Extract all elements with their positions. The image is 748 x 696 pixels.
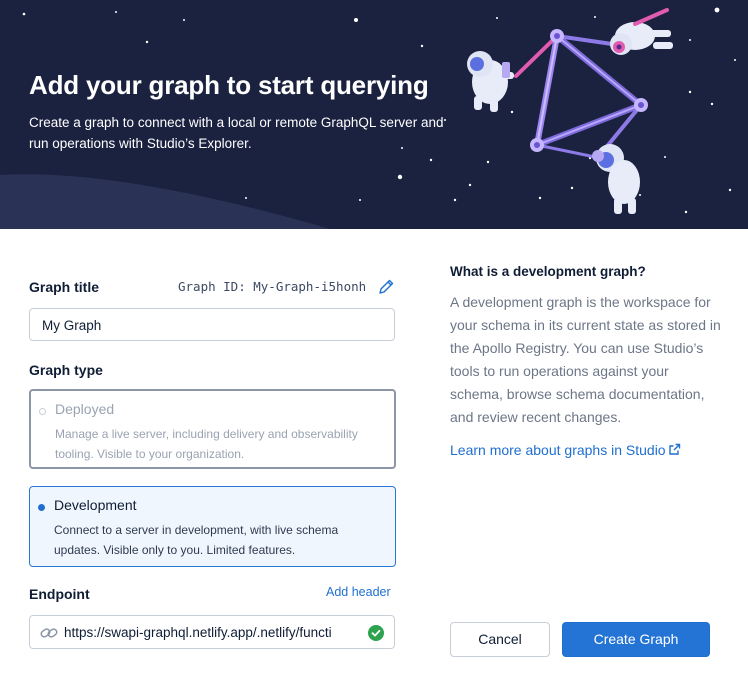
- graph-id-text: Graph ID: My-Graph-i5honh: [178, 279, 367, 294]
- option-description: Connect to a server in development, with…: [54, 523, 339, 557]
- endpoint-input[interactable]: https://swapi-graphql.netlify.app/.netli…: [29, 615, 395, 649]
- hero-banner: Add your graph to start querying Create …: [0, 0, 748, 229]
- option-description: Manage a live server, including delivery…: [55, 427, 358, 461]
- check-circle-icon: [368, 625, 384, 641]
- radio-icon: [39, 408, 46, 415]
- create-graph-modal: Add your graph to start querying Create …: [0, 0, 748, 696]
- pencil-icon[interactable]: [377, 278, 395, 296]
- link-icon: [40, 628, 58, 638]
- sidebar-body: A development graph is the workspace for…: [450, 294, 721, 425]
- graph-type-option-development[interactable]: Development Connect to a server in devel…: [29, 486, 396, 567]
- hero-subtitle: Create a graph to connect with a local o…: [29, 115, 444, 151]
- cancel-button[interactable]: Cancel: [450, 622, 550, 657]
- option-title: Development: [54, 497, 137, 513]
- learn-more-link[interactable]: Learn more about graphs in Studio: [450, 442, 681, 458]
- graph-type-label: Graph type: [29, 362, 103, 378]
- endpoint-value: https://swapi-graphql.netlify.app/.netli…: [64, 625, 332, 640]
- endpoint-label: Endpoint: [29, 586, 90, 602]
- graph-title-value: My Graph: [42, 318, 102, 333]
- create-graph-button[interactable]: Create Graph: [562, 622, 710, 657]
- graph-type-option-deployed[interactable]: Deployed Manage a live server, including…: [29, 389, 396, 469]
- radio-selected-icon: [38, 504, 45, 511]
- sidebar-title: What is a development graph?: [450, 264, 646, 279]
- graph-title-input[interactable]: My Graph: [29, 308, 395, 341]
- option-title: Deployed: [55, 401, 115, 417]
- external-link-icon: [668, 443, 680, 455]
- learn-more-label: Learn more about graphs in Studio: [450, 442, 666, 458]
- graph-title-label: Graph title: [29, 279, 100, 295]
- hero-title: Add your graph to start querying: [29, 70, 429, 100]
- add-header-link[interactable]: Add header: [326, 585, 391, 599]
